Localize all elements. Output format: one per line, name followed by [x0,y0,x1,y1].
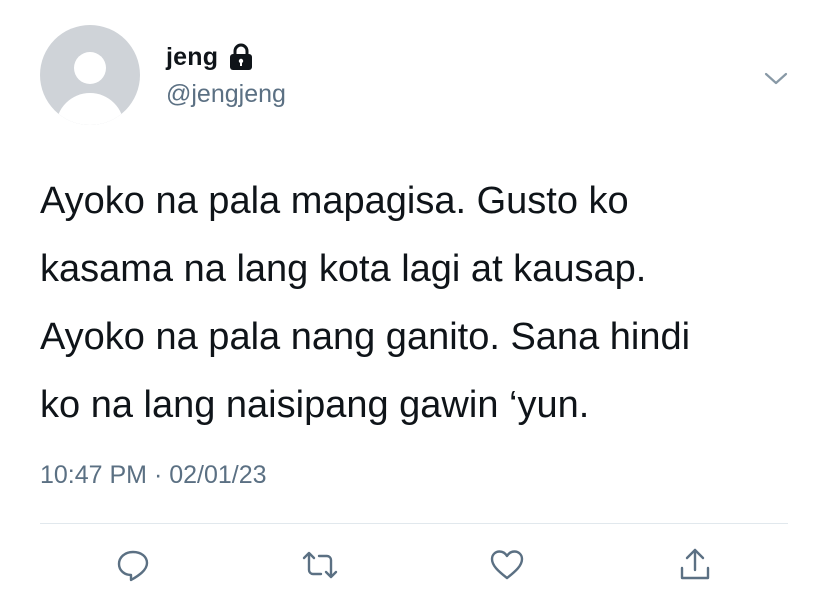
user-handle[interactable]: @jengjeng [166,80,286,109]
tweet-text-line: Ayoko na pala nang ganito. Sana hindi [40,316,691,358]
tweet-time: 10:47 PM [40,461,148,489]
avatar-head-shape [74,52,106,84]
action-bar [0,540,828,590]
author-name-row: jeng [166,42,254,72]
like-button[interactable] [482,540,532,590]
tweet-text: Ayoko na pala mapagisa. Gusto ko kasama … [40,167,810,439]
tweet-timestamp[interactable]: 10:47 PM · 02/01/23 [40,461,267,490]
reply-button[interactable] [108,540,158,590]
retweet-icon [302,551,338,579]
retweet-button[interactable] [295,540,345,590]
avatar-body-shape [56,93,124,125]
tweet-text-line: kasama na lang kota lagi at kausap. [40,248,647,290]
lock-icon [228,42,254,72]
tweet-text-line: ko na lang naisipang gawin ‘yun. [40,384,590,426]
share-icon [680,548,710,580]
tweet-date: 02/01/23 [169,461,267,489]
meta-separator: · [153,461,163,489]
avatar[interactable] [40,25,140,125]
tweet-text-line: Ayoko na pala mapagisa. Gusto ko [40,180,629,222]
display-name[interactable]: jeng [166,43,218,72]
tweet-card: jeng @jengjeng Ayoko na pala mapagisa. G… [0,0,828,612]
heart-icon [490,550,524,580]
reply-icon [117,550,149,582]
chevron-down-icon[interactable] [760,64,792,92]
share-button[interactable] [670,540,720,590]
divider [40,523,788,524]
